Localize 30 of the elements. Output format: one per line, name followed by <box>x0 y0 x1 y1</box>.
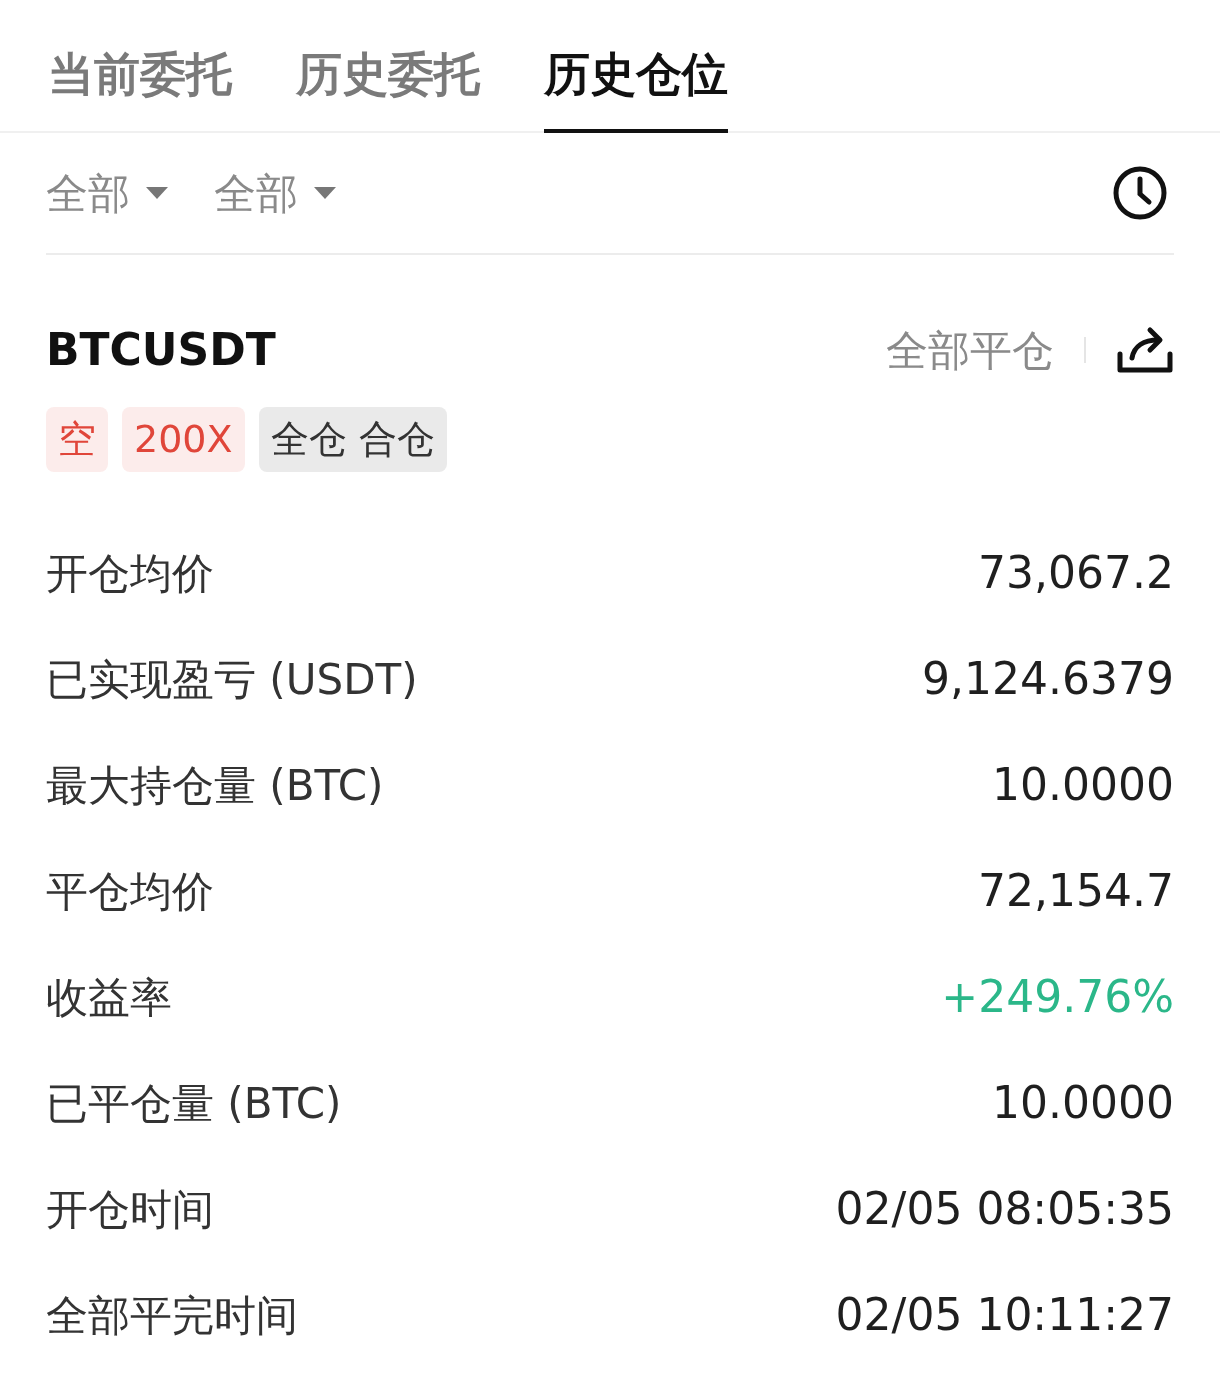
field-value: 02/05 10:11:27 <box>835 1288 1174 1342</box>
field-label: 开仓均价 <box>46 547 214 600</box>
field-label: 最大持仓量 (BTC) <box>46 759 384 812</box>
field-value: 73,067.2 <box>978 546 1174 600</box>
tab[interactable]: 历史仓位 <box>544 40 728 133</box>
filter-dropdown[interactable]: 全部 <box>46 161 168 225</box>
field-value: 72,154.7 <box>978 864 1174 918</box>
caret-icon <box>146 187 168 199</box>
tag: 空 <box>46 407 108 472</box>
field-label: 已实现盈亏 (USDT) <box>46 653 418 706</box>
share-icon[interactable] <box>1116 324 1174 376</box>
field-value: 10.0000 <box>992 758 1174 812</box>
tag: 200X <box>122 407 245 472</box>
field-value: +249.76% <box>941 970 1174 1024</box>
tab[interactable]: 当前委托 <box>48 40 232 133</box>
field-label: 平仓均价 <box>46 865 214 918</box>
field-value: 02/05 08:05:35 <box>835 1182 1174 1236</box>
field-value: 9,124.6379 <box>922 652 1174 706</box>
field-label: 开仓时间 <box>46 1183 214 1236</box>
field-label: 已平仓量 (BTC) <box>46 1077 342 1130</box>
tab[interactable]: 历史委托 <box>296 40 480 133</box>
caret-icon <box>314 187 336 199</box>
field-value: 10.0000 <box>992 1076 1174 1130</box>
filter-dropdown[interactable]: 全部 <box>214 161 336 225</box>
clock-icon[interactable] <box>1112 165 1168 221</box>
close-all-button[interactable]: 全部平仓 <box>886 318 1054 382</box>
field-label: 收益率 <box>46 971 172 1024</box>
field-label: 全部平完时间 <box>46 1289 298 1342</box>
symbol-title: BTCUSDT <box>46 323 276 377</box>
tag: 全仓 合仓 <box>258 407 447 472</box>
